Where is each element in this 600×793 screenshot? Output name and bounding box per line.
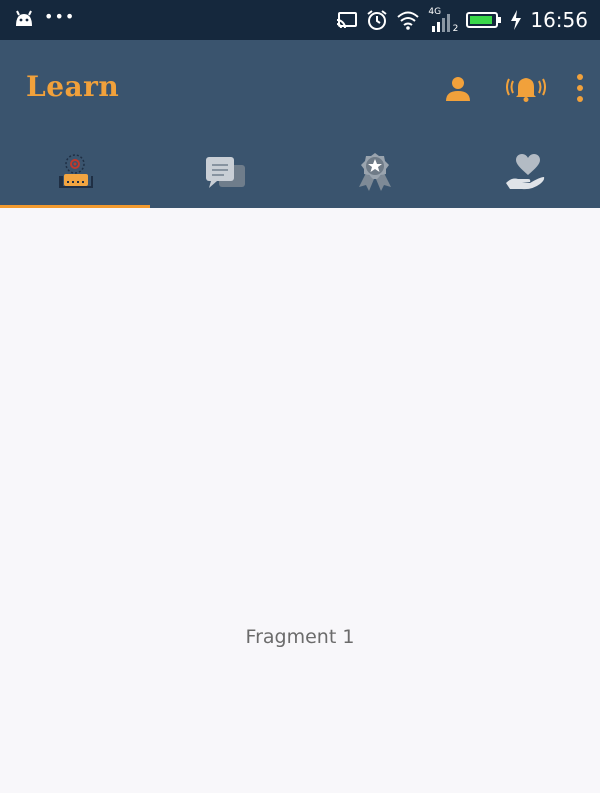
status-right: 4G 2 16:56	[336, 7, 588, 34]
status-time: 16:56	[530, 8, 588, 32]
chat-tab-icon	[206, 156, 245, 188]
notifications-button[interactable]	[504, 68, 548, 108]
cast-icon	[337, 12, 358, 29]
profile-icon	[446, 77, 470, 101]
tab-care[interactable]	[450, 135, 600, 208]
award-tab-icon	[359, 152, 391, 191]
tab-award[interactable]	[300, 135, 450, 208]
app-title: Learn	[26, 70, 120, 103]
charging-icon	[511, 10, 522, 30]
sim-slot-label: 2	[452, 24, 459, 34]
overflow-menu-icon	[577, 74, 583, 102]
status-left: •••	[14, 7, 76, 28]
app-bar: Learn	[0, 40, 600, 135]
care-tab-icon	[506, 153, 545, 189]
notification-bell-icon	[506, 78, 546, 102]
android-icon	[16, 10, 32, 26]
signal-icon	[432, 14, 451, 32]
battery-icon	[466, 12, 502, 28]
fragment-label: Fragment 1	[245, 626, 355, 648]
fragment-container: Fragment 1	[0, 208, 600, 793]
learn-tab-icon	[59, 153, 93, 188]
overflow-menu-button[interactable]	[570, 68, 590, 108]
app-bar-actions	[436, 68, 590, 108]
status-bar: ••• 4G 2 16:56	[0, 0, 600, 40]
tab-bar	[0, 135, 600, 208]
alarm-icon	[367, 10, 387, 30]
signal-indicator: 4G 2	[428, 7, 459, 34]
tab-chat[interactable]	[150, 135, 300, 208]
more-dots-icon: •••	[44, 7, 76, 26]
profile-button[interactable]	[436, 68, 480, 108]
wifi-icon	[397, 11, 420, 30]
tab-learn[interactable]	[0, 135, 150, 208]
